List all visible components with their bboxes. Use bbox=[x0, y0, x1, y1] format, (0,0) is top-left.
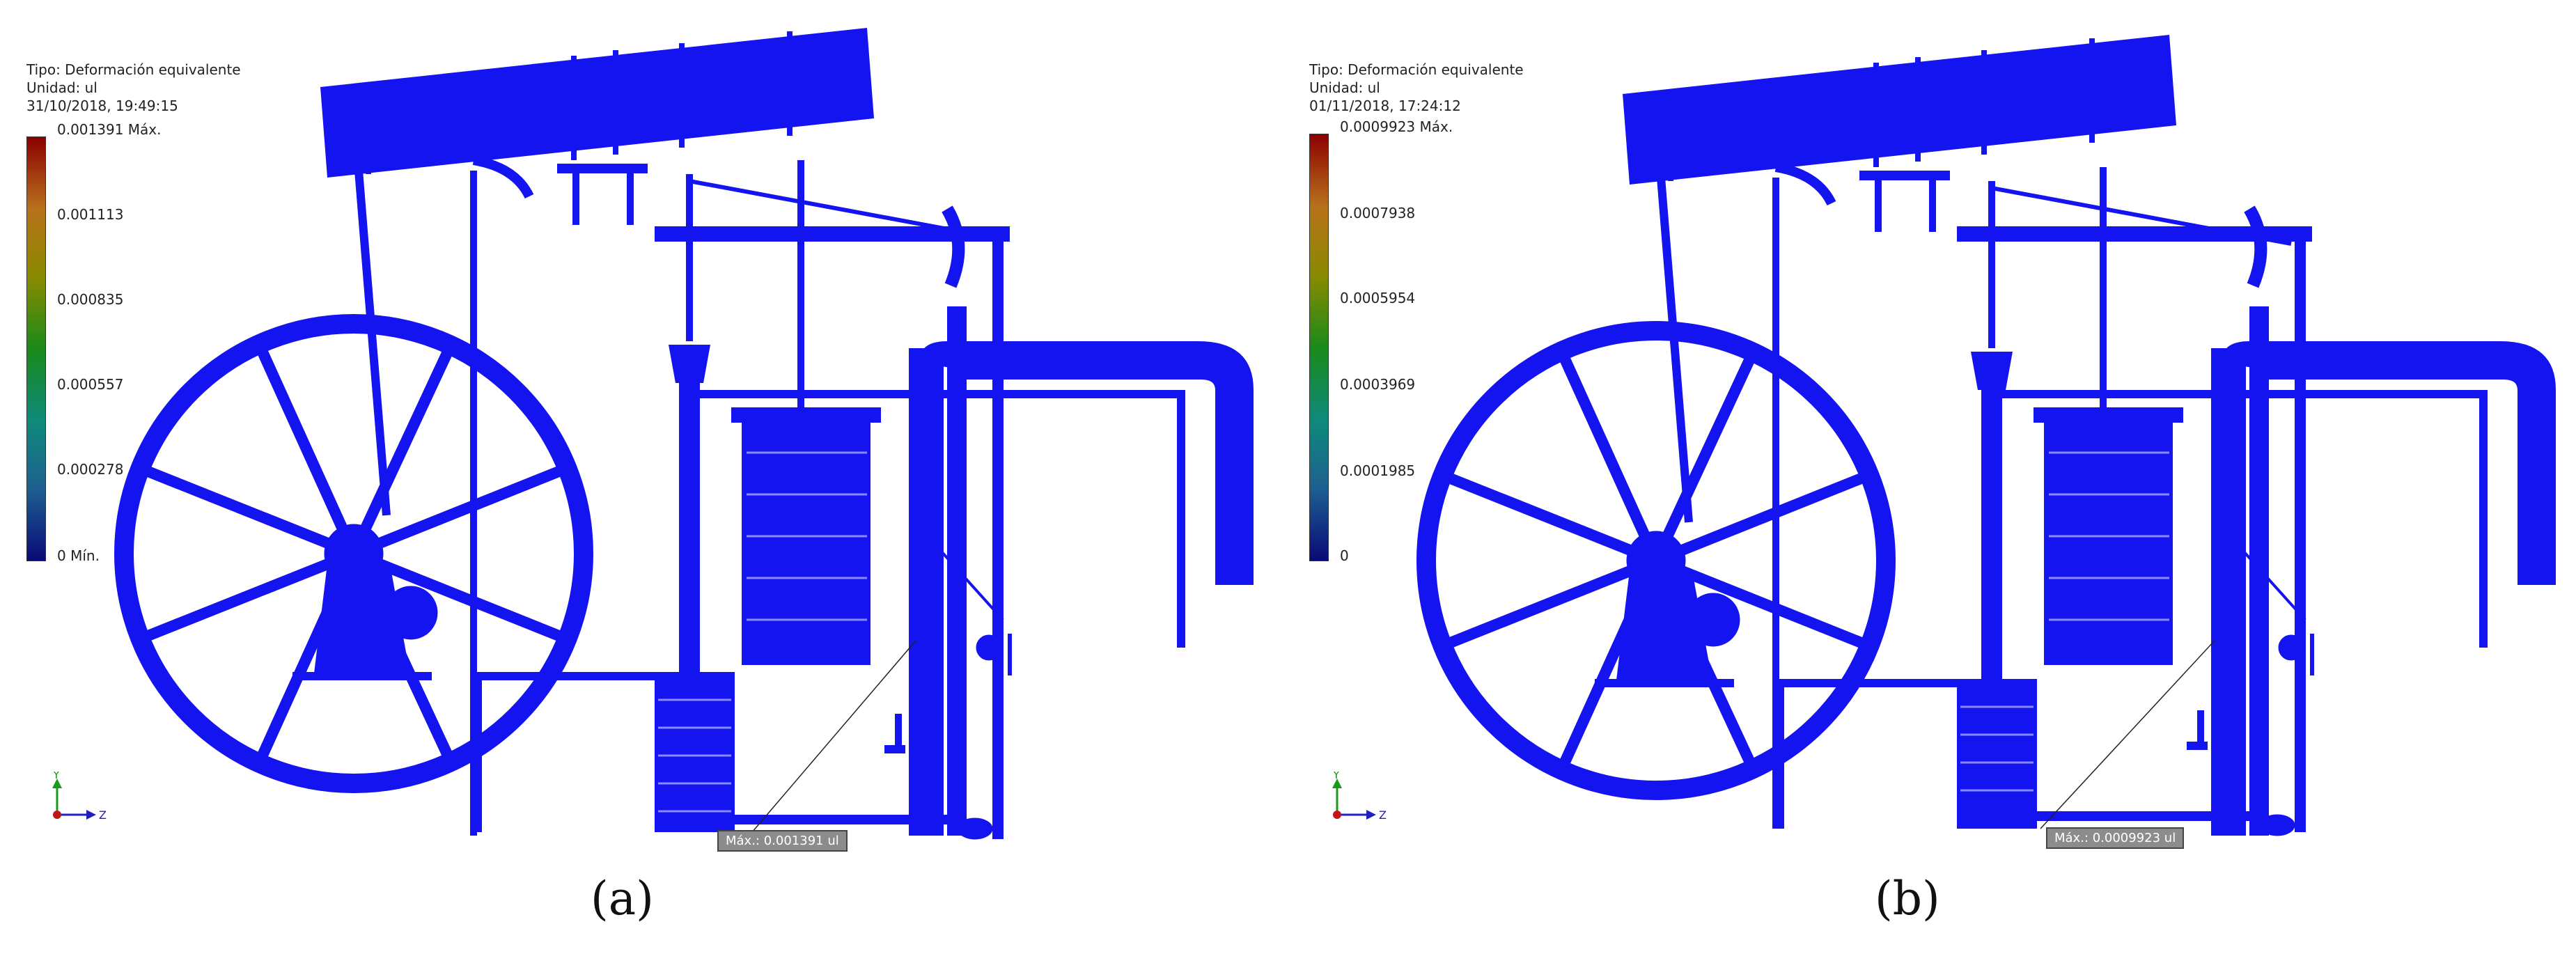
result-unit-label: Unidad: ul bbox=[1309, 79, 1380, 96]
color-scale-bar bbox=[1309, 134, 1329, 561]
color-scale-bar bbox=[26, 136, 46, 561]
svg-text:Z: Z bbox=[1379, 808, 1387, 822]
result-panel-a: Tipo: Deformación equivalente Unidad: ul… bbox=[0, 0, 1288, 954]
svg-text:Y: Y bbox=[52, 772, 60, 781]
scale-tick: 0.0005954 bbox=[1340, 290, 1416, 306]
result-panel-b: Tipo: Deformación equivalente Unidad: ul… bbox=[1288, 0, 2576, 954]
scale-tick: 0.0003969 bbox=[1340, 376, 1416, 393]
svg-text:Z: Z bbox=[99, 808, 107, 822]
result-unit-label: Unidad: ul bbox=[26, 79, 97, 96]
max-value-probe: Máx.: 0.0009923 ul bbox=[2046, 827, 2185, 849]
scale-tick: 0.0007938 bbox=[1340, 205, 1416, 221]
svg-text:Y: Y bbox=[1332, 772, 1340, 781]
scale-tick: 0.0001985 bbox=[1340, 462, 1416, 479]
panel-caption: (b) bbox=[1875, 872, 1940, 925]
panel-caption: (a) bbox=[591, 872, 654, 925]
max-value-probe: Máx.: 0.001391 ul bbox=[717, 830, 848, 852]
engine-model-drawing bbox=[1416, 35, 2556, 836]
scale-tick-min: 0 bbox=[1340, 547, 1349, 564]
axes-triad-icon: Y Z bbox=[1332, 772, 1387, 822]
engine-model-drawing bbox=[114, 28, 1254, 840]
scale-tick-min: 0 Mín. bbox=[57, 547, 100, 564]
axes-triad-icon: Y Z bbox=[52, 772, 107, 822]
